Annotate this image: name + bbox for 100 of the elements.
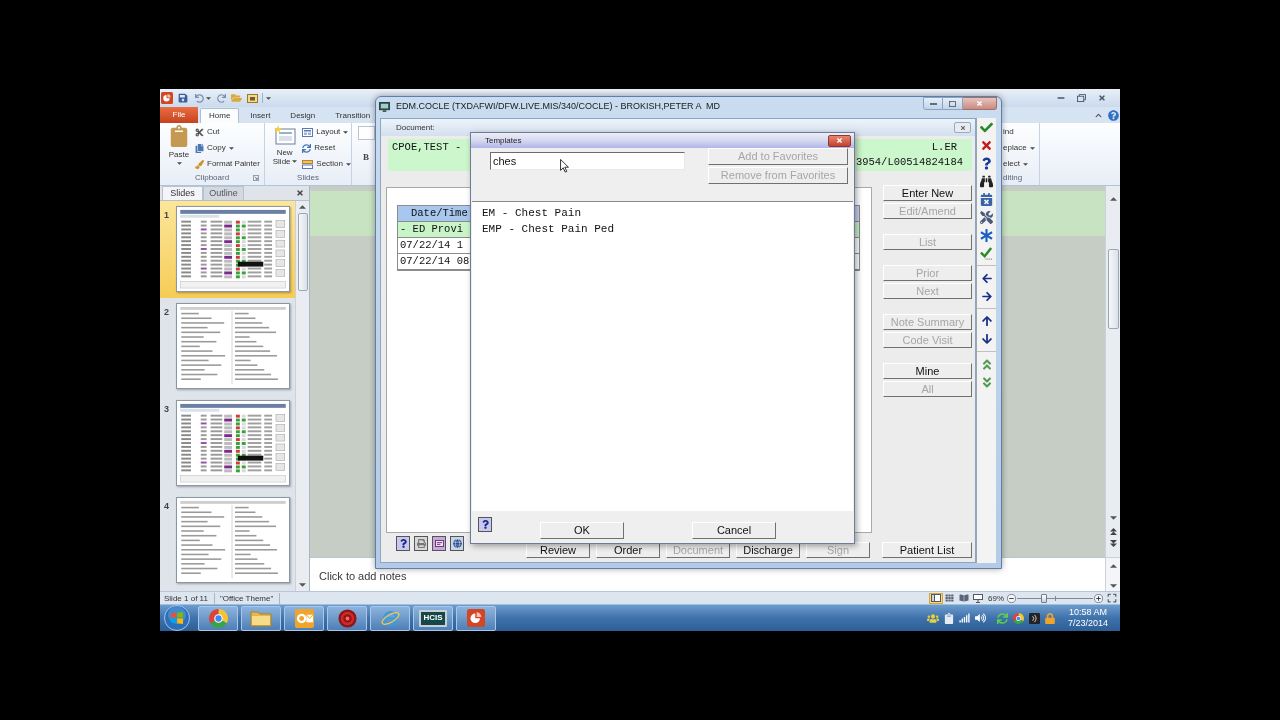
close-icon[interactable]: [1098, 94, 1106, 102]
scroll-up-arrow-icon[interactable]: [299, 205, 306, 209]
asterisk-icon[interactable]: [980, 228, 993, 242]
font-name-field[interactable]: [358, 126, 375, 140]
zoom-in-icon[interactable]: [1094, 593, 1103, 603]
save-icon[interactable]: [178, 93, 188, 103]
double-chevron-down-icon[interactable]: [981, 375, 992, 389]
ribbon-tab[interactable]: Insert: [241, 108, 280, 123]
slide-thumbnail[interactable]: [176, 497, 290, 583]
sync-icon[interactable]: [996, 612, 1008, 624]
ribbon-button[interactable]: Copy: [195, 140, 260, 156]
collapse-ribbon-icon[interactable]: [1095, 111, 1102, 119]
help-icon[interactable]: [396, 536, 410, 551]
caret-icon[interactable]: [343, 130, 349, 134]
ribbon-tab[interactable]: Design: [281, 108, 325, 123]
ribbon-tab[interactable]: Home: [200, 108, 240, 123]
scroll-down-arrow-icon[interactable]: [1109, 516, 1117, 520]
scrollbar-thumb[interactable]: [297, 213, 308, 291]
slide-list-item[interactable]: 1: [160, 201, 295, 298]
check-underline-icon[interactable]: [980, 246, 993, 260]
check-icon[interactable]: [980, 120, 993, 134]
scroll-up-arrow-icon[interactable]: [1109, 564, 1117, 568]
taskbar-button[interactable]: [327, 605, 367, 631]
corner-arrow-icon[interactable]: [253, 175, 259, 181]
notes-field[interactable]: Click to add notes: [310, 570, 1105, 594]
double-up-arrow-icon[interactable]: [1109, 528, 1117, 535]
x-icon[interactable]: [980, 138, 993, 152]
fit-to-window-icon[interactable]: [1107, 593, 1117, 603]
zoom-slider-thumb[interactable]: [1041, 593, 1048, 603]
ribbon-button[interactable]: Layout: [302, 124, 351, 140]
file-tab[interactable]: File: [160, 107, 198, 123]
command-button[interactable]: Cancel: [692, 522, 776, 539]
ribbon-button[interactable]: Paste: [164, 124, 194, 170]
command-button[interactable]: OK: [540, 522, 624, 539]
card-tile-icon[interactable]: [432, 536, 446, 551]
binoculars-icon[interactable]: [980, 174, 993, 188]
tricolor-circle-icon[interactable]: [1012, 612, 1024, 624]
close-button[interactable]: [963, 97, 997, 110]
ribbon-button[interactable]: B: [363, 152, 369, 162]
clipboard-icon[interactable]: [943, 612, 954, 624]
calendar-x-icon[interactable]: [980, 192, 993, 206]
taskbar-button[interactable]: HCIS: [413, 605, 453, 631]
arrow-right-icon[interactable]: [980, 290, 993, 302]
slide-thumbnail[interactable]: [176, 206, 290, 292]
redo-icon[interactable]: [217, 93, 226, 103]
scroll-down-arrow-icon[interactable]: [299, 583, 306, 587]
command-button[interactable]: Patient List: [882, 542, 972, 558]
presentation-logo-icon[interactable]: [161, 92, 173, 104]
wave-tile-icon[interactable]: [1028, 612, 1040, 624]
arrow-down-icon[interactable]: [981, 333, 992, 345]
ribbon-button[interactable]: Cut: [195, 124, 260, 140]
command-button[interactable]: Mine: [883, 363, 972, 379]
panel-tab[interactable]: Slides: [162, 186, 203, 200]
scroll-down-arrow-icon[interactable]: [1109, 584, 1117, 588]
caret-icon[interactable]: [177, 162, 182, 166]
help-icon[interactable]: [478, 517, 492, 532]
view-button[interactable]: [971, 592, 985, 604]
ribbon-button[interactable]: eplace: [1003, 140, 1035, 156]
view-button[interactable]: [957, 592, 971, 604]
scrollbar-thumb[interactable]: [1107, 249, 1119, 329]
minimize-icon[interactable]: [1057, 94, 1065, 102]
zoom-out-icon[interactable]: [1007, 593, 1016, 603]
slide-list-item[interactable]: 4: [160, 492, 295, 589]
slide-thumbnail[interactable]: [176, 400, 290, 486]
start-orb-icon[interactable]: [164, 605, 190, 631]
close-icon[interactable]: [296, 189, 304, 197]
scroll-up-arrow-icon[interactable]: [1109, 197, 1117, 201]
arrow-up-icon[interactable]: [981, 315, 992, 327]
taskbar-button[interactable]: [284, 605, 324, 631]
view-button[interactable]: [943, 592, 957, 604]
double-down-arrow-icon[interactable]: [1109, 540, 1117, 547]
picture-icon[interactable]: [247, 93, 258, 103]
taskbar-button[interactable]: [241, 605, 281, 631]
signal-bars-icon[interactable]: [958, 613, 970, 623]
ribbon-button[interactable]: ind: [1003, 124, 1014, 140]
ribbon-button[interactable]: Format Painter: [195, 156, 260, 172]
slide-list-item[interactable]: 2: [160, 298, 295, 395]
search-field[interactable]: ches: [490, 152, 685, 170]
caret-icon[interactable]: [346, 162, 351, 166]
lock-icon[interactable]: [1044, 612, 1055, 624]
people-icon[interactable]: [926, 612, 939, 624]
restore-icon[interactable]: [1077, 94, 1086, 102]
caret-icon[interactable]: [291, 160, 297, 164]
taskbar-button[interactable]: [456, 605, 496, 631]
caret-icon[interactable]: [1022, 162, 1028, 166]
ribbon-button[interactable]: New Slide: [270, 124, 300, 170]
slide-list-item[interactable]: 3: [160, 395, 295, 492]
maximize-button[interactable]: [943, 97, 963, 110]
minimize-button[interactable]: [923, 97, 943, 110]
scrollbar[interactable]: [1105, 186, 1120, 557]
caret-icon[interactable]: [228, 146, 234, 150]
command-button[interactable]: Enter New: [883, 185, 972, 201]
close-button[interactable]: [954, 122, 971, 133]
close-button[interactable]: [828, 134, 851, 147]
double-chevron-up-icon[interactable]: [981, 357, 992, 371]
view-button[interactable]: [929, 592, 943, 604]
tools-icon[interactable]: [980, 210, 993, 224]
help-icon[interactable]: [1108, 109, 1119, 121]
ribbon-button[interactable]: Section: [302, 156, 351, 172]
caret-icon[interactable]: [266, 96, 271, 100]
